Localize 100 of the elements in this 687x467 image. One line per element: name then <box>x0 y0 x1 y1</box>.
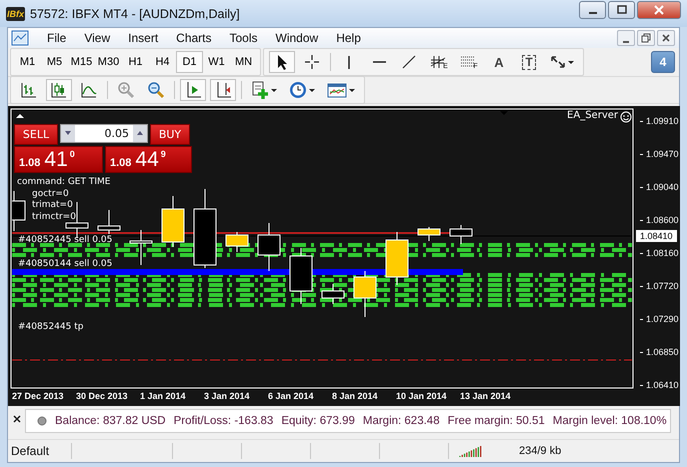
timeframe-button[interactable]: M30 <box>95 51 122 73</box>
price-fraction: 9 <box>160 149 166 159</box>
minimize-button[interactable] <box>617 30 635 46</box>
price-label: 1.09470 <box>640 148 679 160</box>
restore-icon <box>641 33 651 43</box>
timeframe-button[interactable]: H1 <box>122 51 149 73</box>
grid-lines-icon <box>430 54 446 70</box>
autoscroll-button[interactable] <box>180 79 206 101</box>
timeframe-button[interactable]: MN <box>230 51 257 73</box>
date-label: 13 Jan 2014 <box>460 391 511 401</box>
text-tool[interactable]: A <box>486 51 512 73</box>
bar-chart-icon <box>20 81 38 99</box>
add-document-icon <box>251 81 269 99</box>
shift-marker-icon <box>500 111 508 115</box>
minimize-icon <box>623 40 629 42</box>
price-label: 1.06410 <box>640 379 679 391</box>
cursor-icon <box>275 54 289 70</box>
comment-text: goctr=0 <box>32 189 69 200</box>
price-label: 1.06850 <box>640 346 679 358</box>
maximize-icon <box>616 4 628 14</box>
profile-name: Default <box>8 443 72 459</box>
timeframe-button[interactable]: M15 <box>68 51 95 73</box>
candle <box>226 232 248 252</box>
candle <box>322 284 344 304</box>
smiley-icon <box>620 111 632 123</box>
candlestick-button[interactable] <box>46 79 72 101</box>
account-value: Equity: 673.99 <box>281 415 355 427</box>
crosshair-icon <box>304 54 320 70</box>
menu-item[interactable]: Window <box>268 31 328 45</box>
menu-item[interactable]: File <box>39 31 76 45</box>
caret-icon <box>271 88 277 92</box>
candle <box>258 222 280 272</box>
timeframe-button[interactable]: H4 <box>149 51 176 73</box>
minimize-icon <box>588 12 596 14</box>
price-label: 1.07290 <box>640 313 679 325</box>
menu-item[interactable]: Tools <box>222 31 268 45</box>
account-value: Margin: 623.48 <box>362 415 440 427</box>
candle <box>290 248 312 304</box>
timeframe-button[interactable]: M1 <box>14 51 41 73</box>
date-label: 6 Jan 2014 <box>268 391 314 401</box>
traffic-counter: 234/9 kb <box>519 445 562 457</box>
comment-text: trimat=0 <box>32 200 73 211</box>
text-label-tool[interactable]: T <box>516 51 542 73</box>
price-label: 1.09040 <box>640 181 679 193</box>
close-icon <box>653 4 665 14</box>
menu-item[interactable]: Help <box>328 31 371 45</box>
connection-bars-icon <box>459 445 483 457</box>
maximize-button[interactable] <box>608 0 635 18</box>
menu-item[interactable]: Insert <box>120 31 168 45</box>
collapse-arrow-icon[interactable] <box>15 113 25 119</box>
account-value: Free margin: 50.51 <box>448 415 545 427</box>
cursor-tool[interactable] <box>269 51 295 73</box>
zoom-in-icon <box>117 81 135 99</box>
date-label: 3 Jan 2014 <box>204 391 250 401</box>
price-label: 1.08600 <box>640 214 679 226</box>
candle <box>12 190 26 232</box>
candle <box>418 226 440 242</box>
zoom-out-icon <box>147 81 165 99</box>
menu-item[interactable]: View <box>76 31 120 45</box>
account-value: Profit/Loss: -163.83 <box>174 415 274 427</box>
sell-button[interactable]: SELL <box>14 124 58 145</box>
lot-size-field[interactable]: 0.05 <box>60 124 148 143</box>
caret-icon <box>568 60 574 64</box>
close-button[interactable] <box>657 30 675 46</box>
price-pips: 44 <box>135 148 159 172</box>
candle <box>386 232 408 286</box>
candle <box>130 230 152 266</box>
timeframe-button[interactable]: W1 <box>203 51 230 73</box>
price-prefix: 1.08 <box>19 157 40 169</box>
menu-item[interactable]: Charts <box>168 31 222 45</box>
minimize-button[interactable] <box>579 0 606 18</box>
date-label: 10 Jan 2014 <box>396 391 447 401</box>
timeframe-button[interactable]: M5 <box>41 51 68 73</box>
order-label: #40852445 tp <box>18 322 84 333</box>
price-label: 1.07720 <box>640 280 679 292</box>
candle <box>450 224 472 244</box>
timeframe-button[interactable]: D1 <box>176 51 203 73</box>
current-price-label: 1.08410 <box>636 230 677 242</box>
price-label: 1.09910 <box>640 115 679 127</box>
caret-icon <box>309 88 315 92</box>
account-value: Balance: 837.82 USD <box>55 415 166 427</box>
vertical-line-icon <box>348 56 350 68</box>
buy-button[interactable]: BUY <box>150 124 190 145</box>
chart-shift-button[interactable] <box>210 79 236 101</box>
close-icon <box>661 33 671 43</box>
date-label: 30 Dec 2013 <box>76 391 128 401</box>
comment-text: trimctr=0 <box>32 212 76 223</box>
restore-button[interactable] <box>637 30 655 46</box>
price-prefix: 1.08 <box>110 157 132 169</box>
caret-icon <box>349 88 355 92</box>
expert-advisor-name: EA_Server <box>567 110 618 121</box>
chart-window-icon[interactable] <box>11 30 29 46</box>
account-value: Margin level: 108.10% <box>552 415 667 427</box>
status-dot-icon <box>37 416 47 426</box>
horizontal-line-icon <box>372 61 386 63</box>
comment-text: command: GET TIME <box>17 177 110 188</box>
candle <box>98 210 120 234</box>
line-chart-icon <box>80 81 98 99</box>
candle <box>162 196 184 248</box>
price-pips: 41 <box>44 148 68 172</box>
